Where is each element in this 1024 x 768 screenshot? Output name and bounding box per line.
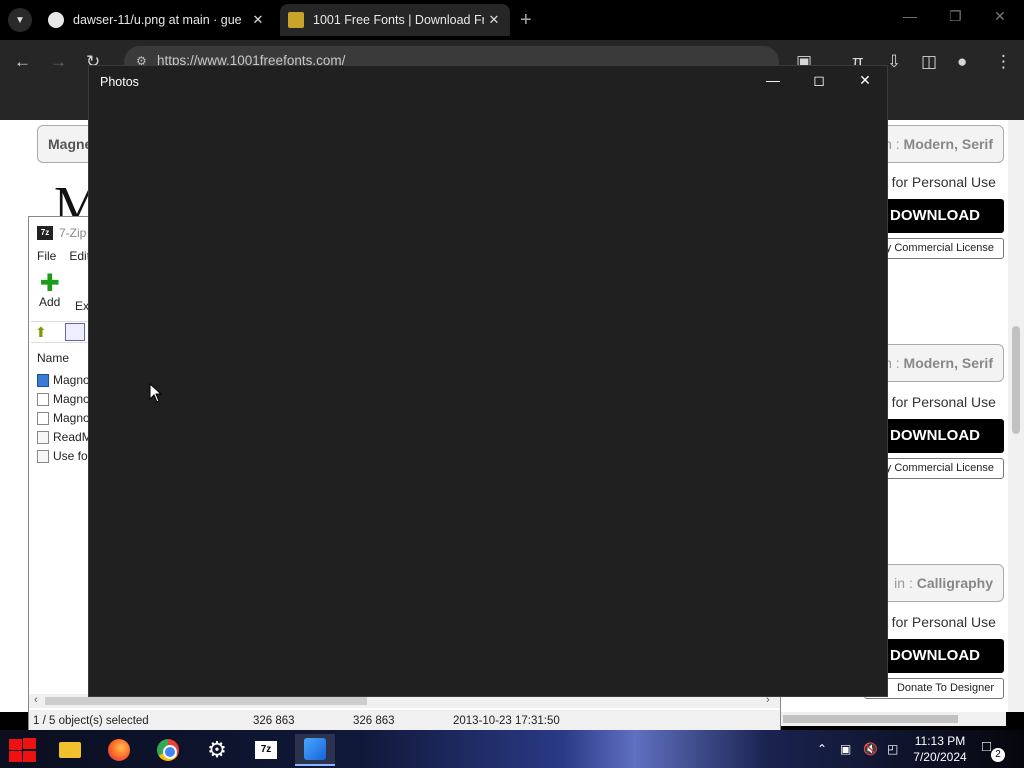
browser-tab-bar: ▼ dawser-11/u.png at main · gue ✕ 1001 F… (0, 0, 1024, 40)
status-packed: 326 863 (353, 715, 395, 727)
list-item[interactable]: Magno (37, 392, 90, 406)
side-panel-icon[interactable]: ◫ (921, 52, 937, 72)
font-file-icon (37, 411, 49, 425)
new-tab-button[interactable]: + (520, 9, 532, 32)
file-explorer-icon (59, 742, 81, 758)
archive-icon (65, 323, 85, 341)
file-name: Magno (53, 392, 90, 406)
list-item[interactable]: Magno (37, 411, 90, 425)
scroll-left-icon[interactable]: ‹ (34, 694, 38, 706)
back-icon[interactable]: ← (14, 52, 31, 72)
personal-use-label: e for Personal Use (880, 614, 996, 630)
photos-close-button[interactable]: ✕ (853, 72, 877, 89)
screen-icon[interactable]: ◰ (887, 742, 898, 756)
taskbar-chrome[interactable] (148, 734, 188, 766)
personal-use-label: e for Personal Use (880, 394, 996, 410)
close-tab-icon[interactable]: ✕ (248, 12, 268, 28)
start-button[interactable] (2, 734, 42, 766)
1001fonts-icon (288, 12, 304, 28)
font-file-icon (37, 392, 49, 406)
taskbar-photos[interactable] (295, 734, 335, 766)
file-icon (37, 373, 49, 387)
settings-icon: ⚙ (207, 737, 227, 762)
browser-tab-1001fonts[interactable]: 1001 Free Fonts | Download Fr ✕ (280, 4, 510, 36)
list-item[interactable]: Magno (37, 373, 90, 387)
tags-label: in : (894, 575, 917, 591)
taskbar-settings[interactable]: ⚙ (197, 734, 237, 766)
personal-use-label: e for Personal Use (880, 174, 996, 190)
taskbar-clock[interactable]: 11:13 PM 7/20/2024 (908, 733, 972, 765)
browser-minimize-button[interactable]: — (903, 8, 917, 24)
tags-value[interactable]: Calligraphy (917, 575, 993, 591)
add-button[interactable]: ✚ Add (39, 270, 61, 310)
clock-date: 7/20/2024 (913, 750, 967, 764)
list-item[interactable]: Use fo (37, 449, 88, 463)
column-header-name[interactable]: Name (37, 351, 69, 365)
add-label: Add (39, 295, 61, 309)
more-menu-icon[interactable]: ⋮ (995, 52, 1012, 72)
extract-label: Ex (75, 299, 90, 313)
page-horizontal-scrollbar[interactable] (781, 712, 1006, 726)
plus-icon: ✚ (39, 270, 60, 297)
photos-window[interactable]: Photos — ◻ ✕ (88, 65, 888, 697)
forward-icon[interactable]: → (50, 52, 67, 72)
7zip-statusbar: 1 / 5 object(s) selected 326 863 326 863… (29, 710, 780, 732)
chrome-icon (157, 739, 179, 761)
tab-title: 1001 Free Fonts | Download Fr (313, 13, 484, 27)
7zip-hscroll-thumb[interactable] (45, 697, 367, 705)
7zip-icon: 7z (255, 741, 277, 759)
page-hscroll-thumb[interactable] (783, 715, 958, 723)
photos-title: Photos (100, 75, 139, 89)
font-name: Magne (48, 136, 93, 152)
mouse-cursor-icon (149, 383, 163, 403)
firefox-icon (108, 739, 130, 761)
photos-icon (304, 738, 326, 760)
7zip-logo-icon: 7z (37, 226, 53, 240)
list-item[interactable]: ReadM (37, 430, 92, 444)
file-name: ReadM (53, 430, 92, 444)
page-scroll-thumb[interactable] (1012, 326, 1020, 434)
close-tab-icon[interactable]: ✕ (484, 12, 504, 28)
browser-tab-github[interactable]: dawser-11/u.png at main · gue ✕ (40, 4, 274, 36)
network-icon[interactable]: ▣ (840, 742, 851, 756)
tab-title: dawser-11/u.png at main · gue (73, 13, 242, 27)
start-icon (7, 737, 37, 763)
status-modified: 2013-10-23 17:31:50 (453, 715, 560, 727)
browser-close-button[interactable]: ✕ (994, 8, 1006, 25)
status-selected: 1 / 5 object(s) selected (33, 715, 149, 727)
taskbar-file-explorer[interactable] (50, 734, 90, 766)
file-name: Use fo (53, 449, 88, 463)
taskbar: ⚙ 7z ⌃ ▣ 🔇 ◰ (0, 730, 1024, 768)
text-file-icon (37, 430, 49, 444)
page-scrollbar[interactable] (1008, 120, 1024, 712)
profile-icon[interactable]: ● (957, 52, 967, 72)
tags-value[interactable]: Modern, Serif (904, 136, 993, 152)
folder-up-icon[interactable]: ⬆ (35, 324, 47, 341)
tab-search-button[interactable]: ▼ (8, 8, 32, 32)
github-icon (48, 12, 64, 28)
menu-file[interactable]: File (37, 249, 56, 269)
text-file-icon (37, 449, 49, 463)
taskbar-firefox[interactable] (99, 734, 139, 766)
volume-muted-icon[interactable]: 🔇 (863, 742, 878, 756)
7zip-title: 7-Zip (59, 226, 87, 240)
menu-edit[interactable]: Edit (69, 249, 90, 269)
notification-count-badge: 2 (991, 748, 1005, 762)
browser-restore-button[interactable]: ❐ (949, 8, 962, 25)
file-name: Magno (53, 373, 90, 387)
tags-value[interactable]: Modern, Serif (904, 355, 993, 371)
status-size: 326 863 (253, 715, 295, 727)
photos-minimize-button[interactable]: — (761, 72, 785, 88)
photos-maximize-button[interactable]: ◻ (807, 72, 831, 89)
show-hidden-icons-icon[interactable]: ⌃ (817, 742, 827, 756)
clock-time: 11:13 PM (914, 734, 966, 748)
file-name: Magno (53, 411, 90, 425)
taskbar-7zip[interactable]: 7z (246, 734, 286, 766)
download-icon[interactable]: ⇩ (887, 52, 901, 72)
extract-button[interactable]: Ex (75, 299, 89, 313)
